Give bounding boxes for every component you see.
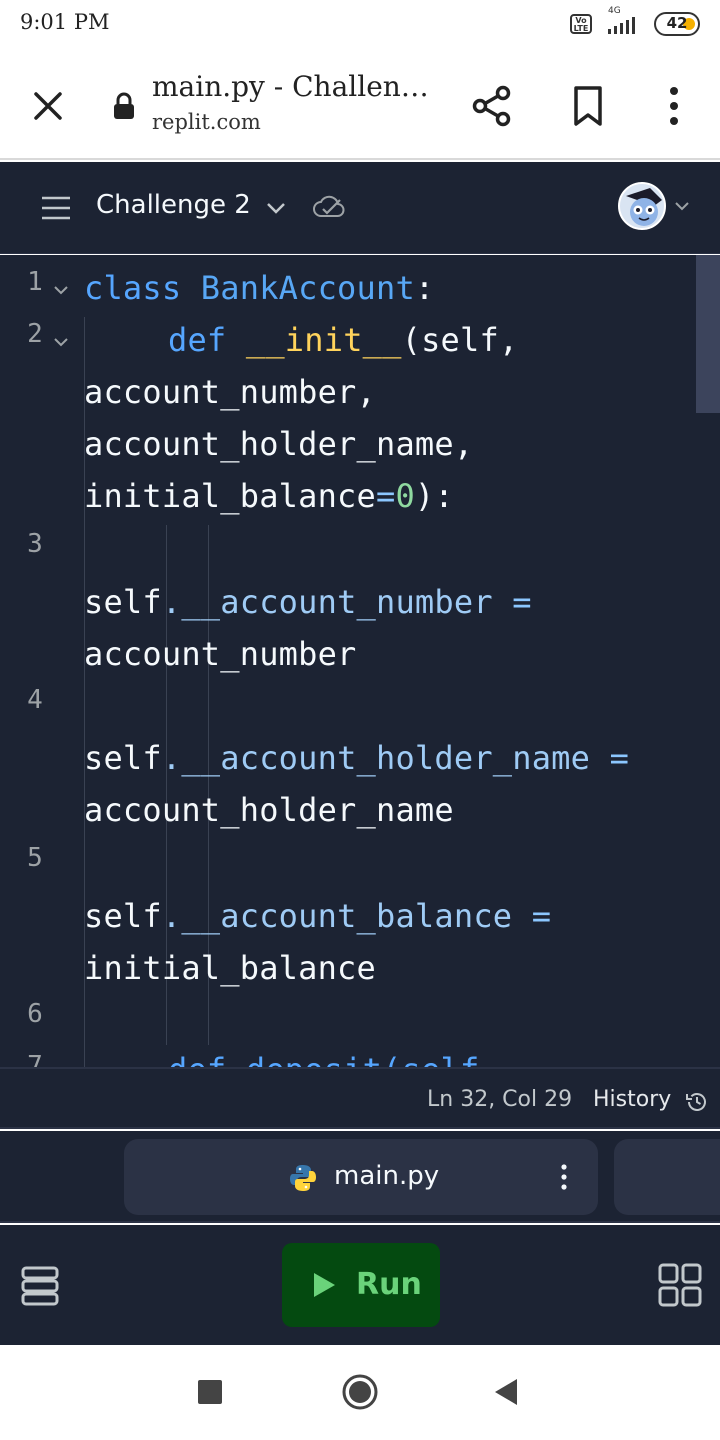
code-token: .__account_balance bbox=[161, 897, 513, 935]
browser-toolbar: main.py - Challen… replit.com bbox=[0, 48, 720, 160]
code-token: = bbox=[512, 897, 552, 935]
code-token: initial_balance bbox=[84, 477, 376, 515]
more-vert-icon[interactable] bbox=[554, 1161, 574, 1193]
code-editor[interactable]: 1 class BankAccount: 2 def __init__(self… bbox=[0, 255, 720, 1067]
code-token: = bbox=[375, 477, 396, 515]
volte-icon: Vo LTE bbox=[570, 14, 592, 34]
file-tab[interactable]: main.py bbox=[124, 1139, 598, 1215]
code-token: self bbox=[84, 897, 162, 935]
code-line: self.__account_balance = bbox=[84, 897, 551, 935]
run-label: Run bbox=[356, 1267, 422, 1302]
code-token: = bbox=[590, 739, 630, 777]
line-number: 3 bbox=[27, 529, 43, 559]
code-token: __init__ bbox=[245, 321, 402, 359]
account-chevron-icon[interactable] bbox=[672, 196, 692, 216]
code-token: BankAccount bbox=[200, 269, 415, 307]
grid-icon[interactable] bbox=[658, 1263, 702, 1307]
code-token: self bbox=[84, 583, 162, 621]
share-icon[interactable] bbox=[470, 84, 514, 128]
back-icon[interactable] bbox=[493, 1377, 519, 1407]
history-button[interactable]: History bbox=[593, 1087, 671, 1112]
line-number: 7 bbox=[27, 1051, 43, 1067]
line-number: 4 bbox=[27, 685, 43, 715]
code-line: def deposit(self bbox=[168, 1051, 479, 1067]
python-icon bbox=[290, 1165, 316, 1191]
signal-icon bbox=[608, 17, 635, 34]
code-token: 0 bbox=[395, 477, 415, 515]
recents-icon[interactable] bbox=[198, 1380, 222, 1404]
layers-icon[interactable] bbox=[20, 1265, 60, 1307]
code-token: .__account_holder_name bbox=[161, 739, 591, 777]
line-number: 2 bbox=[27, 319, 43, 349]
code-line: account_number bbox=[84, 635, 357, 673]
code-token: class bbox=[84, 269, 182, 307]
chevron-down-icon[interactable] bbox=[264, 196, 288, 220]
play-icon bbox=[314, 1273, 335, 1297]
line-number: 6 bbox=[27, 999, 43, 1029]
editor-scrollbar[interactable] bbox=[696, 255, 720, 413]
menu-icon[interactable] bbox=[40, 196, 72, 220]
status-bar: 9:01 PM Vo LTE 4G 42 bbox=[0, 0, 720, 48]
code-token: = bbox=[492, 583, 532, 621]
code-line: account_holder_name bbox=[84, 791, 454, 829]
code-line: class BankAccount: bbox=[84, 269, 434, 307]
code-line: initial_balance bbox=[84, 949, 376, 987]
bookmark-icon[interactable] bbox=[570, 84, 606, 128]
home-icon[interactable] bbox=[341, 1373, 379, 1411]
bottom-toolbar: Run bbox=[0, 1225, 720, 1345]
code-token: self bbox=[84, 739, 162, 777]
code-line: initial_balance=0): bbox=[84, 477, 454, 515]
code-line: account_holder_name, bbox=[84, 425, 474, 463]
file-tab-partial[interactable] bbox=[614, 1139, 720, 1215]
code-token: .__account_number bbox=[161, 583, 493, 621]
more-vert-icon[interactable] bbox=[658, 84, 690, 128]
battery-level: 42 bbox=[666, 14, 688, 32]
replit-header: Challenge 2 bbox=[0, 162, 720, 254]
android-nav-bar bbox=[0, 1345, 720, 1440]
code-token: : bbox=[414, 269, 435, 307]
code-token: def bbox=[168, 321, 227, 359]
run-button[interactable]: Run bbox=[282, 1243, 440, 1327]
network-type: 4G bbox=[608, 6, 621, 16]
code-line: account_number, bbox=[84, 373, 376, 411]
code-token: (self, bbox=[401, 321, 519, 359]
repl-name[interactable]: Challenge 2 bbox=[96, 190, 251, 220]
fold-chevron-icon[interactable] bbox=[52, 333, 70, 351]
page-url[interactable]: replit.com bbox=[152, 110, 261, 134]
history-icon[interactable] bbox=[684, 1089, 710, 1115]
page-title[interactable]: main.py - Challen… bbox=[152, 70, 429, 103]
code-line: def __init__(self, bbox=[168, 321, 518, 359]
lock-icon bbox=[114, 92, 134, 119]
code-line: self.__account_holder_name = bbox=[84, 739, 629, 777]
avatar[interactable] bbox=[618, 182, 666, 230]
cloud-check-icon bbox=[313, 195, 345, 217]
code-line: self.__account_number = bbox=[84, 583, 532, 621]
status-time: 9:01 PM bbox=[20, 10, 110, 34]
close-icon[interactable] bbox=[28, 86, 68, 126]
code-token: ): bbox=[414, 477, 454, 515]
line-number: 5 bbox=[27, 843, 43, 873]
battery-icon: 42 bbox=[654, 12, 700, 36]
line-number: 1 bbox=[27, 267, 43, 297]
file-tab-strip: main.py bbox=[0, 1131, 720, 1223]
editor-status-line: Ln 32, Col 29 History bbox=[0, 1067, 720, 1129]
cursor-position: Ln 32, Col 29 bbox=[427, 1087, 573, 1112]
fold-chevron-icon[interactable] bbox=[52, 281, 70, 299]
file-tab-label: main.py bbox=[334, 1161, 440, 1191]
